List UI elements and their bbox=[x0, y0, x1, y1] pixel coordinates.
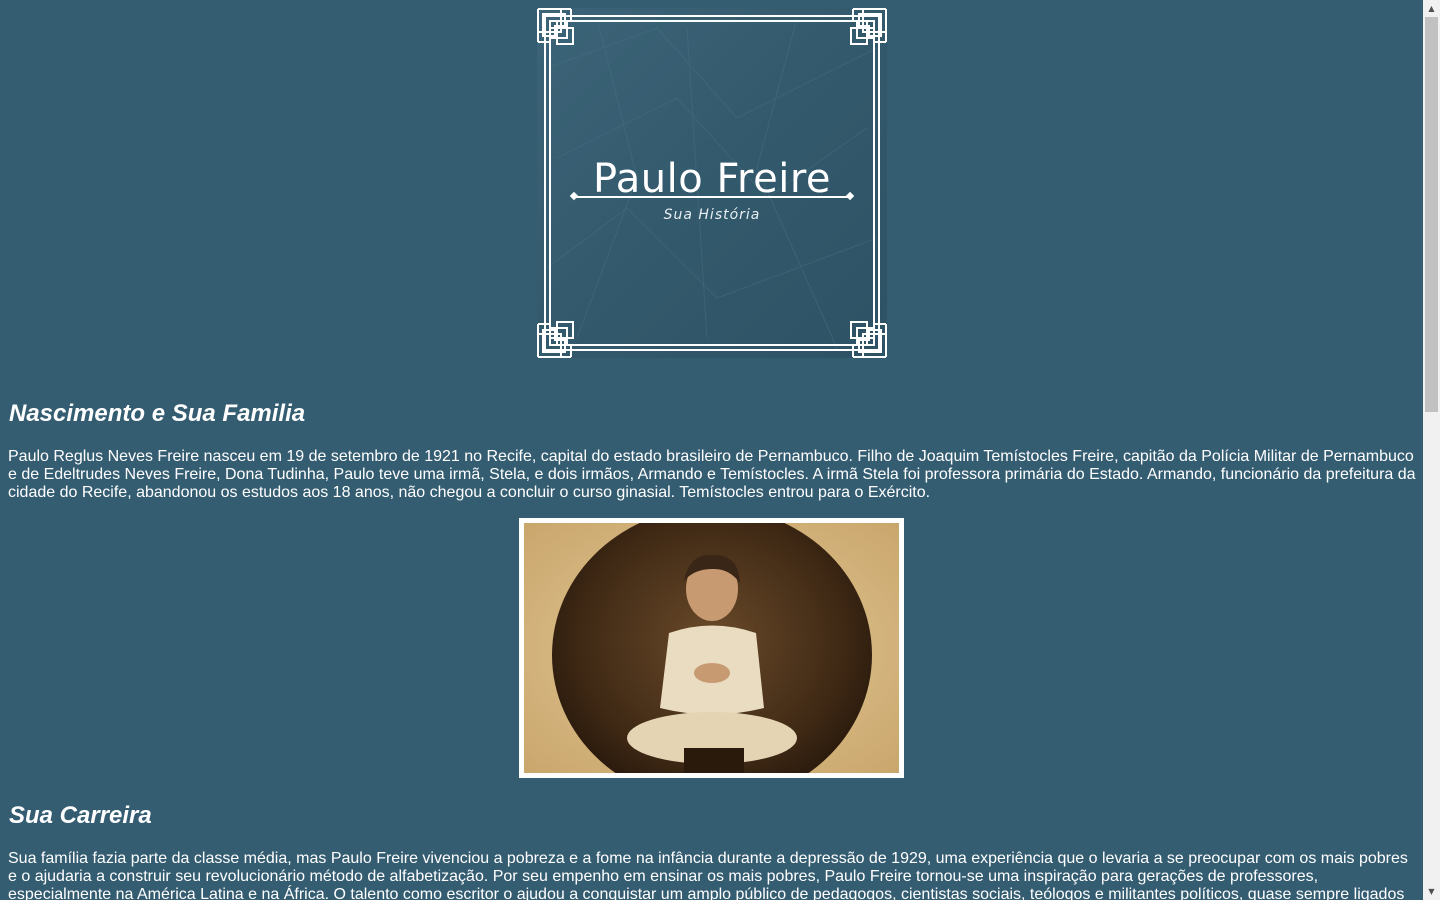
paulo-freire-logo: Paulo Freire Sua História bbox=[537, 8, 887, 358]
paragraph-nascimento: Paulo Reglus Neves Freire nasceu em 19 d… bbox=[8, 448, 1416, 501]
section-title-nascimento: Nascimento e Sua Familia bbox=[9, 400, 306, 427]
vertical-scrollbar[interactable]: ▲ ▼ bbox=[1423, 0, 1440, 900]
section-title-carreira: Sua Carreira bbox=[9, 802, 152, 829]
scrollbar-thumb[interactable] bbox=[1425, 17, 1438, 412]
triangle-down-icon[interactable]: ▼ bbox=[1423, 883, 1440, 900]
childhood-photo bbox=[524, 523, 899, 773]
logo-title: Paulo Freire bbox=[592, 156, 832, 202]
triangle-up-icon[interactable]: ▲ bbox=[1423, 0, 1440, 17]
paragraph-carreira: Sua família fazia parte da classe média,… bbox=[8, 850, 1408, 900]
page-content: Paulo Freire Sua História Nascimento e S… bbox=[0, 0, 1423, 900]
childhood-photo-frame bbox=[519, 518, 904, 778]
logo-subtitle: Sua História bbox=[663, 207, 761, 223]
